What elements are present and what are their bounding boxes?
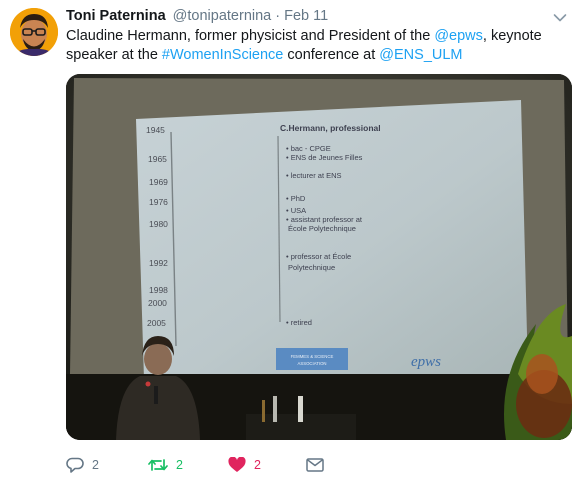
- tweet-actions: 2 2 2: [66, 455, 486, 475]
- author-handle[interactable]: @tonipaternina: [173, 8, 272, 24]
- tweet-card[interactable]: Toni Paternina @tonipaternina · Feb 11 C…: [0, 0, 581, 478]
- tweet-date[interactable]: Feb 11: [284, 8, 328, 24]
- tweet-header: Toni Paternina @tonipaternina · Feb 11: [66, 7, 541, 27]
- slide-title: C.Hermann, professional: [280, 123, 381, 133]
- slide-note: • USA: [286, 206, 306, 215]
- like-count: 2: [254, 458, 261, 472]
- slide-year: 1969: [149, 177, 168, 187]
- slide-year: 1965: [148, 154, 167, 164]
- slide-note: • bac - CPGE: [286, 144, 331, 153]
- like-button[interactable]: 2: [228, 455, 261, 475]
- slide-note: École Polytechnique: [288, 224, 356, 233]
- slide-year: 1945: [146, 125, 165, 135]
- slide-note: • retired: [286, 318, 312, 327]
- logo-text: FEMMES & SCIENCE: [291, 354, 334, 359]
- like-icon: [228, 457, 246, 472]
- avatar-image: [10, 8, 58, 56]
- reply-count: 2: [92, 458, 99, 472]
- reply-icon: [66, 457, 84, 473]
- slide-note: • lecturer at ENS: [286, 171, 342, 180]
- logo-text: ASSOCIATION: [297, 361, 326, 366]
- hashtag-link[interactable]: #WomenInScience: [162, 47, 283, 63]
- tweet-text-part: Claudine Hermann, former physicist and P…: [66, 28, 435, 44]
- direct-message-icon: [306, 458, 324, 472]
- conference-photo: 1945 1965 1969 1976 1980 1992 1998 2000 …: [66, 74, 572, 440]
- epws-logo: epws: [411, 354, 441, 370]
- mention-link[interactable]: @ENS_ULM: [379, 47, 462, 63]
- slide-note: • assistant professor at: [286, 215, 363, 224]
- tweet-photo[interactable]: 1945 1965 1969 1976 1980 1992 1998 2000 …: [66, 74, 572, 440]
- retweet-icon: [148, 459, 168, 471]
- reply-button[interactable]: 2: [66, 455, 99, 475]
- projected-slide: [136, 100, 528, 379]
- direct-message-button[interactable]: [306, 455, 324, 475]
- tweet-text-part: conference at: [283, 47, 380, 63]
- caret-down-icon[interactable]: [553, 10, 567, 22]
- mention-link[interactable]: @epws: [434, 28, 483, 44]
- slide-year: 2005: [147, 318, 166, 328]
- femmes-science-logo: [276, 348, 348, 370]
- slide-year: 1998: [149, 285, 168, 295]
- slide-note: • professor at École: [286, 252, 351, 261]
- separator-dot: ·: [275, 8, 281, 24]
- slide-note: • ENS de Jeunes Filles: [286, 153, 363, 162]
- tweet-text: Claudine Hermann, former physicist and P…: [66, 27, 566, 65]
- slide-year: 2000: [148, 298, 167, 308]
- slide-year: 1976: [149, 197, 168, 207]
- author-name[interactable]: Toni Paternina: [66, 8, 166, 24]
- retweet-count: 2: [176, 458, 183, 472]
- slide-year: 1980: [149, 219, 168, 229]
- retweet-button[interactable]: 2: [148, 455, 183, 475]
- avatar[interactable]: [10, 8, 58, 56]
- slide-year: 1992: [149, 258, 168, 268]
- slide-note: Polytechnique: [288, 263, 335, 272]
- slide-note: • PhD: [286, 194, 306, 203]
